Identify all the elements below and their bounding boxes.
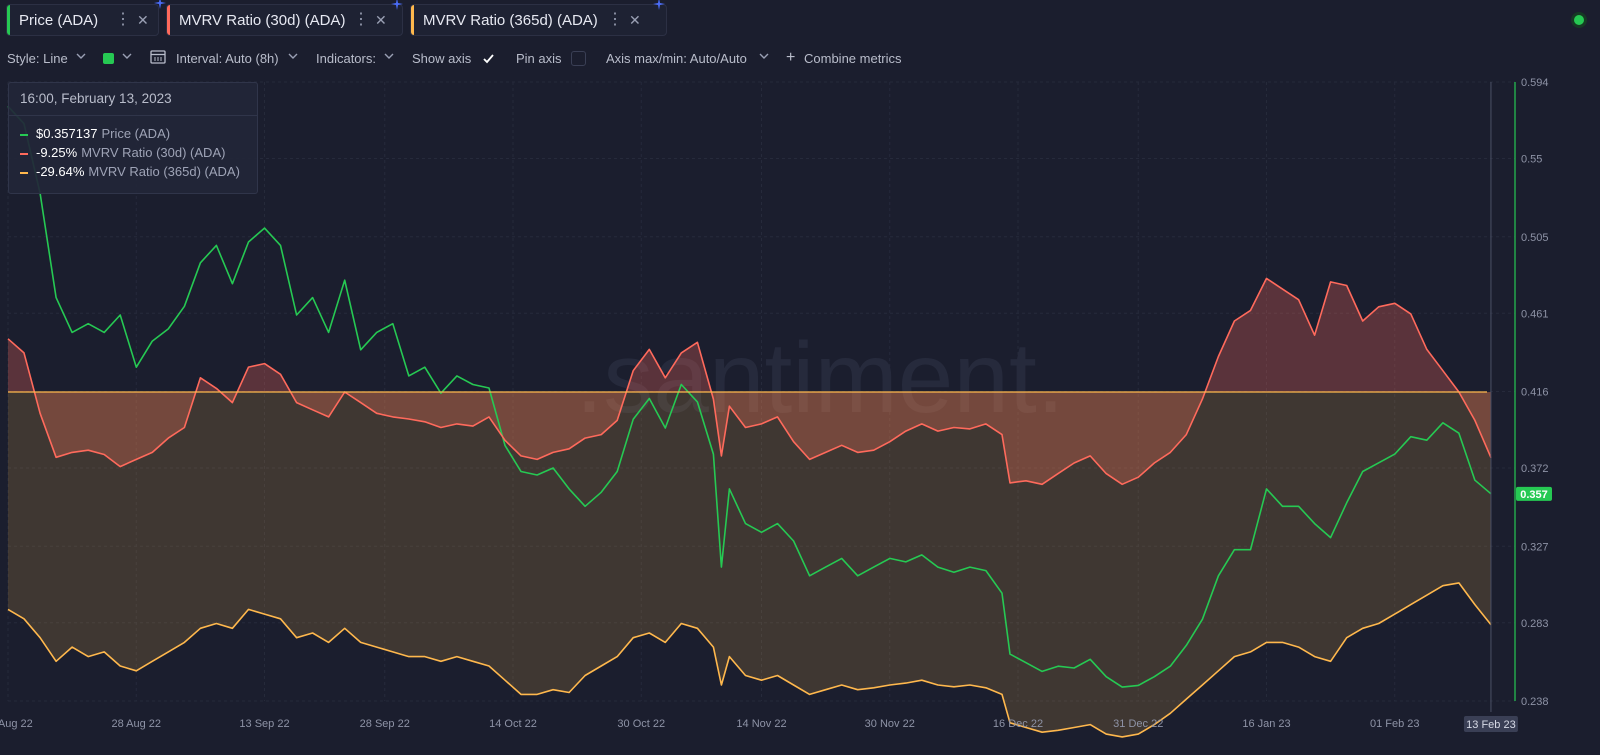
x-tick-label: 01 Feb 23 (1370, 718, 1420, 730)
tooltip-row-price: $0.357137 Price (ADA) (20, 126, 170, 141)
x-tick-label: 31 Dec 22 (1113, 718, 1163, 730)
y-tick-label: 0.416 (1521, 387, 1549, 399)
x-tick-label: 14 Oct 22 (489, 718, 537, 730)
current-price-label: 0.357 (1520, 489, 1548, 501)
tooltip-row-mvrv-30d: -9.25% MVRV Ratio (30d) (ADA) (20, 145, 225, 160)
y-tick-label: 0.327 (1521, 541, 1549, 553)
y-tick-label: 0.505 (1521, 232, 1549, 244)
x-tick-label: 30 Oct 22 (617, 718, 665, 730)
x-tick-label: 28 Aug 22 (111, 718, 161, 730)
x-tick-label: 14 Nov 22 (736, 718, 786, 730)
tooltip-value: -9.25% (36, 145, 78, 160)
y-tick-label: 0.461 (1521, 308, 1549, 320)
x-tick-label: 16 Jan 23 (1242, 718, 1290, 730)
x-tick-label: 13 Sep 22 (239, 718, 289, 730)
tooltip-series-name: MVRV Ratio (30d) (ADA) (81, 145, 226, 160)
tooltip-series-name: Price (ADA) (101, 126, 171, 141)
x-tick-label: 12 Aug 22 (0, 718, 33, 730)
cursor-date-label: 13 Feb 23 (1466, 719, 1516, 731)
tooltip-value: -29.64% (36, 164, 85, 179)
series-marker (20, 171, 28, 174)
series-marker (20, 133, 28, 136)
x-tick-label: 30 Nov 22 (865, 718, 915, 730)
y-tick-label: 0.55 (1521, 154, 1542, 166)
tooltip-legend: 16:00, February 13, 2023 $0.357137 Price … (8, 82, 258, 194)
tooltip-date: 16:00, February 13, 2023 (20, 91, 172, 106)
mvrv-365d-area (8, 392, 1491, 737)
y-tick-label: 0.238 (1521, 696, 1549, 708)
divider (9, 115, 257, 116)
x-tick-label: 16 Dec 22 (993, 718, 1043, 730)
x-tick-label: 28 Sep 22 (360, 718, 410, 730)
y-tick-label: 0.283 (1521, 618, 1549, 630)
series-marker (20, 152, 28, 155)
tooltip-row-mvrv-365d: -29.64% MVRV Ratio (365d) (ADA) (20, 164, 240, 179)
y-tick-label: 0.594 (1521, 77, 1549, 89)
tooltip-value: $0.357137 (36, 126, 98, 141)
tooltip-series-name: MVRV Ratio (365d) (ADA) (88, 164, 240, 179)
y-tick-label: 0.372 (1521, 463, 1549, 475)
